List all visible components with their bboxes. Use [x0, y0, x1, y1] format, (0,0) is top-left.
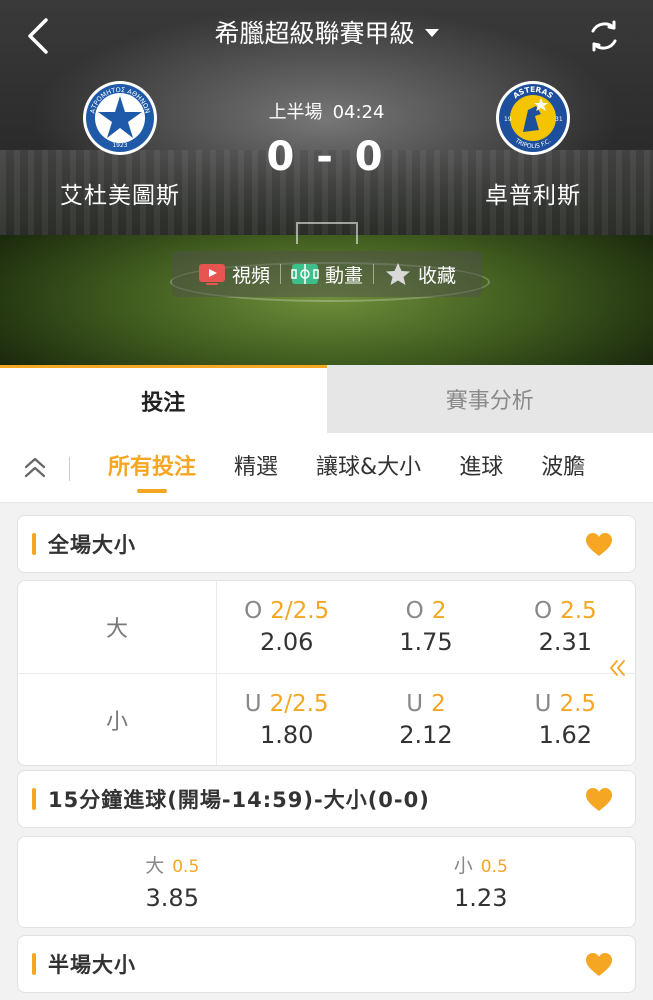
match-period: 上半場 — [268, 102, 323, 123]
odds-card-15min-ou: 大 0.5 3.85 小 0.5 1.23 — [17, 836, 636, 928]
subtab-goals[interactable]: 進球 — [459, 433, 503, 502]
subtab-correct-score[interactable]: 波膽 — [541, 433, 585, 502]
subtab-all-bets[interactable]: 所有投注 — [108, 433, 196, 502]
odds-line: U 2.5 — [535, 689, 596, 719]
accent-bar — [32, 533, 36, 555]
odds-price: 1.75 — [399, 628, 453, 656]
odds-cell[interactable]: 小 0.5 1.23 — [327, 837, 636, 927]
market-header-15min-ou[interactable]: 15分鐘進球(開場-14:59)-大小(0-0) — [17, 770, 636, 828]
animation-pitch-icon — [291, 264, 319, 284]
odds-price: 2.12 — [399, 720, 453, 749]
odds-line: O 2/2.5 — [244, 596, 329, 626]
main-tabs: 投注 賽事分析 — [0, 365, 653, 433]
odds-handicap: 2/2.5 — [270, 598, 330, 624]
double-chevron-up-icon — [24, 457, 46, 477]
odds-price: 1.23 — [454, 883, 508, 912]
star-icon — [386, 263, 410, 285]
animation-button[interactable]: 動畫 — [291, 261, 363, 288]
favorite-label: 收藏 — [418, 264, 457, 287]
video-label: 視頻 — [231, 264, 270, 287]
odds-row-over: 大 O 2/2.5 2.06 O2 1.75 O 2.5 2.31 — [18, 581, 635, 673]
match-status: 上半場 04:24 — [0, 98, 653, 124]
subtab-featured[interactable]: 精選 — [234, 433, 278, 502]
league-selector[interactable]: 希臘超級聯賽甲級 — [0, 14, 653, 54]
odds-price: 3.85 — [145, 883, 199, 912]
odds-handicap: 0.5 — [172, 856, 200, 877]
odds-row-under: 小 U 2/2.5 1.80 U2 2.12 U 2.5 1.62 — [18, 673, 635, 765]
odds-handicap: 0.5 — [480, 856, 508, 877]
animation-label: 動畫 — [324, 264, 363, 287]
odds-line: U2 — [406, 689, 445, 719]
odds-side: U — [244, 690, 262, 717]
odds-line: 大 0.5 — [145, 851, 199, 882]
odds-line: O 2.5 — [534, 596, 597, 626]
odds-price: 1.80 — [259, 720, 314, 749]
odds-cell[interactable]: O2 1.75 — [356, 581, 495, 673]
odds-cell[interactable]: U 2/2.5 1.80 — [217, 674, 356, 765]
odds-cell[interactable]: U2 2.12 — [356, 674, 495, 765]
match-clock: 04:24 — [332, 102, 385, 123]
sub-tabs: 所有投注 精選 讓球&大小 進球 波膽 — [0, 433, 653, 503]
odds-side: O — [405, 598, 424, 624]
odds-side: O — [533, 598, 553, 624]
tab-match-analysis[interactable]: 賽事分析 — [327, 365, 653, 433]
market-title: 全場大小 — [48, 533, 136, 557]
match-hero: 希臘超級聯賽甲級 ΑΤΡΟΜΗΤΟΣ ΑΘΗΝΩΝ 1923 艾杜美圖斯 AST… — [0, 0, 653, 365]
double-chevron-left-icon[interactable] — [607, 657, 629, 679]
odds-handicap: 2.5 — [560, 598, 597, 624]
odds-price: 2.06 — [259, 628, 314, 656]
odds-side: O — [244, 598, 263, 624]
favorite-button[interactable]: 收藏 — [384, 261, 456, 288]
odds-price: 2.31 — [538, 628, 593, 656]
odds-cell[interactable]: U 2.5 1.62 — [496, 674, 635, 765]
heart-icon[interactable] — [585, 532, 613, 558]
league-title: 希臘超級聯賽甲級 — [214, 19, 415, 48]
odds-cell[interactable]: 大 0.5 3.85 — [18, 837, 327, 927]
market-title: 半場大小 — [48, 953, 136, 977]
match-score: 0 - 0 — [266, 134, 387, 180]
odds-cell[interactable]: O 2/2.5 2.06 — [217, 581, 356, 673]
odds-side: U — [406, 690, 424, 717]
odds-side: U — [534, 690, 552, 717]
odds-handicap: 2 — [431, 690, 446, 717]
row-label-under: 小 — [18, 674, 217, 765]
odds-side: 小 — [453, 854, 473, 877]
video-icon — [198, 264, 225, 285]
market-title: 15分鐘進球(開場-14:59)-大小(0-0) — [48, 788, 430, 812]
caret-down-icon — [424, 29, 439, 37]
action-divider — [279, 264, 281, 284]
action-bar: 視頻 動畫 收藏 — [172, 251, 482, 297]
home-team-name: 艾杜美圖斯 — [60, 183, 180, 209]
odds-handicap: 2/2.5 — [269, 690, 329, 717]
action-divider — [373, 264, 374, 284]
odds-line: U 2/2.5 — [245, 689, 329, 719]
odds-line: 小 0.5 — [454, 851, 508, 882]
odds-row: 大 0.5 3.85 小 0.5 1.23 — [18, 837, 635, 927]
odds-line: O2 — [406, 596, 447, 626]
refresh-icon — [591, 20, 617, 52]
tab-betting[interactable]: 投注 — [0, 365, 327, 433]
accent-bar — [32, 953, 36, 975]
heart-icon[interactable] — [585, 952, 613, 978]
odds-side: 大 — [145, 854, 165, 877]
row-label-over: 大 — [18, 581, 217, 673]
odds-handicap: 2.5 — [559, 690, 597, 717]
accent-bar — [32, 788, 36, 810]
odds-handicap: 2 — [431, 598, 447, 624]
odds-price: 1.62 — [538, 720, 593, 749]
video-button[interactable]: 視頻 — [198, 261, 270, 288]
market-header-fulltime-ou[interactable]: 全場大小 — [17, 515, 636, 573]
away-team-name: 卓普利斯 — [485, 183, 581, 209]
odds-card-fulltime-ou: 大 O 2/2.5 2.06 O2 1.75 O 2.5 2.31 小 U 2/2.5… — [17, 580, 636, 766]
market-header-halftime-ou[interactable]: 半場大小 — [17, 935, 636, 993]
refresh-button[interactable] — [587, 19, 621, 53]
subtab-handicap-over-under[interactable]: 讓球&大小 — [316, 433, 421, 502]
collapse-button[interactable] — [0, 433, 70, 502]
heart-icon[interactable] — [585, 787, 613, 813]
goal-frame — [296, 222, 358, 244]
